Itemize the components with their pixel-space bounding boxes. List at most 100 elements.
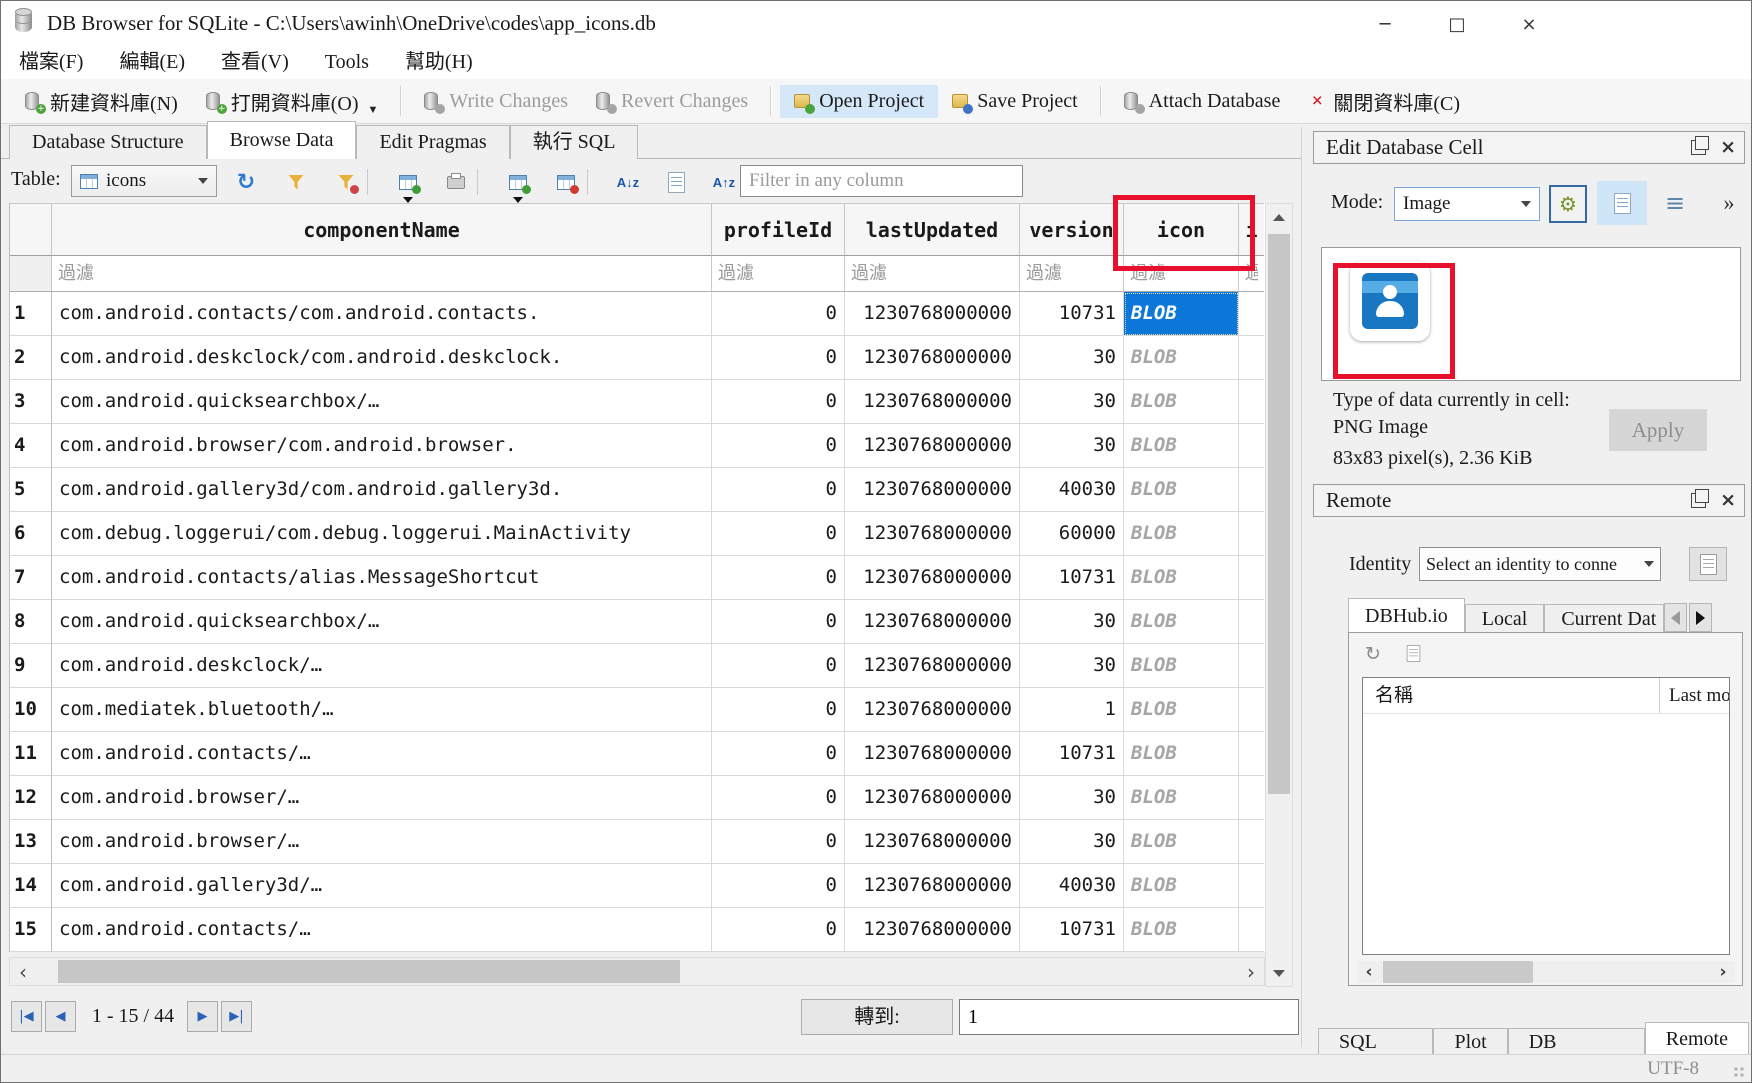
menu-item-2[interactable]: 查看(V) [203, 47, 307, 79]
cell-lastUpdated[interactable]: 1230768000000 [845, 336, 1020, 380]
close-panel-icon[interactable]: × [1720, 491, 1736, 509]
row-number[interactable]: 15 [10, 908, 52, 952]
filter-any-column-input[interactable] [740, 165, 1023, 197]
word-wrap-button[interactable]: ≡ [1659, 187, 1691, 219]
goto-button[interactable]: 轉到: [801, 999, 953, 1035]
clone-database-icon[interactable] [1405, 643, 1422, 669]
cell-lastUpdated[interactable]: 1230768000000 [845, 820, 1020, 864]
cell-icon-blob[interactable]: BLOB [1124, 556, 1239, 600]
next-page-button[interactable]: ▶ [187, 1001, 218, 1032]
cell-componentName[interactable]: com.android.contacts/alias.MessageShortc… [52, 556, 712, 600]
cell-version[interactable]: 40030 [1020, 864, 1124, 908]
cell-lastUpdated[interactable]: 1230768000000 [845, 600, 1020, 644]
column-header-lastUpdated[interactable]: lastUpdated [845, 203, 1020, 256]
cell-componentName[interactable]: com.debug.loggerui/com.debug.loggerui.Ma… [52, 512, 712, 556]
dock-tab-remote[interactable]: Remote [1645, 1022, 1749, 1057]
attach-database-button[interactable]: Attach Database [1110, 85, 1295, 118]
remote-column-lastmodified[interactable]: Last mo [1669, 678, 1729, 713]
filter-cell-lastUpdated[interactable] [845, 256, 1020, 292]
cell-version[interactable]: 10731 [1020, 732, 1124, 776]
cell-extra[interactable] [1239, 292, 1264, 336]
filter-input-profileId[interactable] [712, 256, 844, 291]
grid-horizontal-scrollbar[interactable]: ‹ › [9, 957, 1265, 986]
cell-lastUpdated[interactable]: 1230768000000 [845, 688, 1020, 732]
cell-componentName[interactable]: com.android.deskclock/… [52, 644, 712, 688]
scroll-left-icon[interactable]: ‹ [10, 958, 36, 985]
cell-profileId[interactable]: 0 [712, 380, 845, 424]
cell-version[interactable]: 1 [1020, 688, 1124, 732]
new-database-button[interactable]: +新建資料庫(N) [11, 82, 192, 121]
save-project-button[interactable]: Save Project [938, 85, 1092, 118]
cell-lastUpdated[interactable]: 1230768000000 [845, 864, 1020, 908]
cell-icon-blob[interactable]: BLOB [1124, 644, 1239, 688]
column-header-rownum[interactable] [10, 203, 52, 256]
row-number[interactable]: 14 [10, 864, 52, 908]
identity-import-button[interactable] [1689, 547, 1727, 581]
sort-asc-button[interactable]: A↓z [611, 165, 645, 199]
grid-hscroll-thumb[interactable] [58, 960, 680, 983]
cell-lastUpdated[interactable]: 1230768000000 [845, 556, 1020, 600]
cell-componentName[interactable]: com.mediatek.bluetooth/… [52, 688, 712, 732]
cell-lastUpdated[interactable]: 1230768000000 [845, 776, 1020, 820]
cell-profileId[interactable]: 0 [712, 468, 845, 512]
cell-extra[interactable] [1239, 864, 1264, 908]
filter-input-version[interactable] [1020, 256, 1123, 291]
row-number[interactable]: 11 [10, 732, 52, 776]
filter-input-componentName[interactable] [52, 256, 711, 291]
cell-extra[interactable] [1239, 908, 1264, 952]
row-number[interactable]: 13 [10, 820, 52, 864]
cell-componentName[interactable]: com.android.browser/… [52, 820, 712, 864]
close-panel-icon[interactable]: × [1720, 138, 1736, 156]
cell-icon-blob[interactable]: BLOB [1124, 380, 1239, 424]
cell-extra[interactable] [1239, 468, 1264, 512]
column-header-version[interactable]: version [1020, 203, 1124, 256]
tab-edit-pragmas[interactable]: Edit Pragmas [356, 125, 509, 159]
open-project-button[interactable]: Open Project [780, 85, 938, 118]
cell-componentName[interactable]: com.android.deskclock/com.android.deskcl… [52, 336, 712, 380]
float-panel-icon[interactable] [1691, 493, 1706, 508]
row-number[interactable]: 3 [10, 380, 52, 424]
tab-database-structure[interactable]: Database Structure [9, 125, 207, 159]
text-mode-button[interactable] [1597, 181, 1647, 225]
cell-extra[interactable] [1239, 424, 1264, 468]
cell-componentName[interactable]: com.android.browser/… [52, 776, 712, 820]
cell-version[interactable]: 10731 [1020, 908, 1124, 952]
cell-profileId[interactable]: 0 [712, 424, 845, 468]
cell-extra[interactable] [1239, 644, 1264, 688]
filter-cell-version[interactable] [1020, 256, 1124, 292]
cell-lastUpdated[interactable]: 1230768000000 [845, 732, 1020, 776]
filter-cell-profileId[interactable] [712, 256, 845, 292]
cell-lastUpdated[interactable]: 1230768000000 [845, 380, 1020, 424]
cell-componentName[interactable]: com.android.gallery3d/com.android.galler… [52, 468, 712, 512]
cell-version[interactable]: 30 [1020, 336, 1124, 380]
cell-extra[interactable] [1239, 512, 1264, 556]
cell-componentName[interactable]: com.android.quicksearchbox/… [52, 600, 712, 644]
save-filter-button[interactable] [329, 165, 363, 199]
tab-執行-sql[interactable]: 執行 SQL [510, 125, 639, 159]
row-number[interactable]: 5 [10, 468, 52, 512]
cell-version[interactable]: 30 [1020, 380, 1124, 424]
remote-horizontal-scrollbar[interactable]: ‹ › [1357, 961, 1735, 983]
row-number[interactable]: 7 [10, 556, 52, 600]
grid-vscroll-thumb[interactable] [1268, 234, 1290, 794]
insert-record-button[interactable] [501, 165, 535, 199]
cell-extra[interactable] [1239, 336, 1264, 380]
cell-version[interactable]: 30 [1020, 820, 1124, 864]
cell-lastUpdated[interactable]: 1230768000000 [845, 644, 1020, 688]
print-button[interactable] [439, 165, 473, 199]
filter-cell-componentName[interactable] [52, 256, 712, 292]
edit-cell-button[interactable] [659, 165, 693, 199]
cell-version[interactable]: 30 [1020, 644, 1124, 688]
cell-profileId[interactable]: 0 [712, 732, 845, 776]
column-header-profileId[interactable]: profileId [712, 203, 845, 256]
cell-lastUpdated[interactable]: 1230768000000 [845, 908, 1020, 952]
cell-icon-blob[interactable]: BLOB [1124, 424, 1239, 468]
cell-extra[interactable] [1239, 820, 1264, 864]
cell-profileId[interactable]: 0 [712, 908, 845, 952]
scroll-down-icon[interactable] [1266, 960, 1292, 986]
cell-version[interactable]: 30 [1020, 424, 1124, 468]
column-header-componentName[interactable]: componentName [52, 203, 712, 256]
row-number[interactable]: 12 [10, 776, 52, 820]
menu-item-4[interactable]: 幫助(H) [387, 47, 491, 79]
cell-extra[interactable] [1239, 556, 1264, 600]
